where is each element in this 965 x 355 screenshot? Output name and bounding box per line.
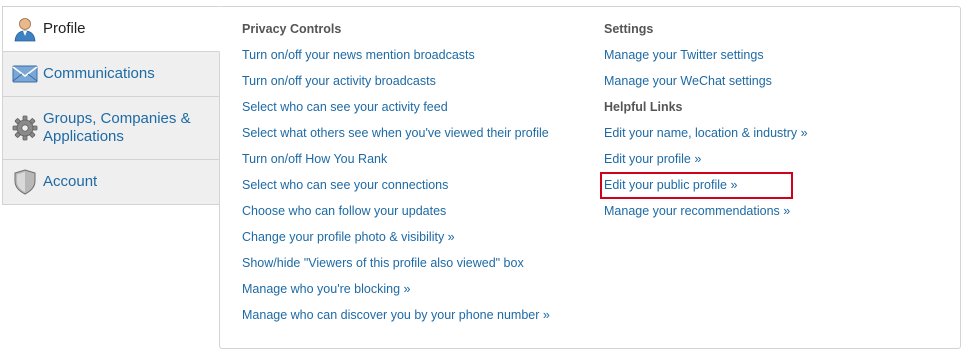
link-discover-by-phone[interactable]: Manage who can discover you by your phon… (242, 308, 550, 322)
link-news-mention-broadcasts[interactable]: Turn on/off your news mention broadcasts (242, 48, 475, 62)
shield-icon (11, 169, 39, 195)
settings-nav-tabs: Profile Communications Groups, Companies… (2, 6, 220, 205)
link-twitter-settings[interactable]: Manage your Twitter settings (604, 48, 764, 62)
link-wechat-settings[interactable]: Manage your WeChat settings (604, 74, 772, 88)
tab-communications[interactable]: Communications (2, 52, 220, 97)
tab-label: Communications (43, 65, 155, 82)
envelope-icon (11, 61, 39, 87)
tab-label: Groups, Companies & Applications (43, 110, 191, 145)
link-viewers-also-viewed-box[interactable]: Show/hide "Viewers of this profile also … (242, 256, 524, 270)
link-edit-profile[interactable]: Edit your profile » (604, 152, 701, 166)
tab-label: Account (43, 173, 98, 190)
settings-heading: Settings (604, 22, 654, 36)
link-edit-name-location-industry[interactable]: Edit your name, location & industry » (604, 126, 808, 140)
tab-groups-companies-applications[interactable]: Groups, Companies & Applications (2, 97, 220, 160)
helpful-links-heading: Helpful Links (604, 100, 683, 114)
privacy-controls-heading: Privacy Controls (242, 22, 342, 36)
tab-account[interactable]: Account (2, 160, 220, 205)
profile-settings-panel: Privacy Controls Turn on/off your news m… (219, 6, 961, 349)
highlight-box (600, 172, 793, 199)
gear-icon (11, 115, 39, 141)
link-profile-photo-visibility[interactable]: Change your profile photo & visibility » (242, 230, 455, 244)
link-profile-view-visibility[interactable]: Select what others see when you've viewe… (242, 126, 549, 140)
link-connections-visibility[interactable]: Select who can see your connections (242, 178, 448, 192)
link-who-can-follow[interactable]: Choose who can follow your updates (242, 204, 446, 218)
link-activity-broadcasts[interactable]: Turn on/off your activity broadcasts (242, 74, 436, 88)
link-activity-feed-visibility[interactable]: Select who can see your activity feed (242, 100, 448, 114)
link-how-you-rank[interactable]: Turn on/off How You Rank (242, 152, 387, 166)
person-icon (11, 16, 39, 42)
link-manage-recommendations[interactable]: Manage your recommendations » (604, 204, 790, 218)
link-blocking[interactable]: Manage who you're blocking » (242, 282, 410, 296)
tab-profile[interactable]: Profile (2, 6, 220, 52)
tab-label: Profile (43, 20, 86, 37)
